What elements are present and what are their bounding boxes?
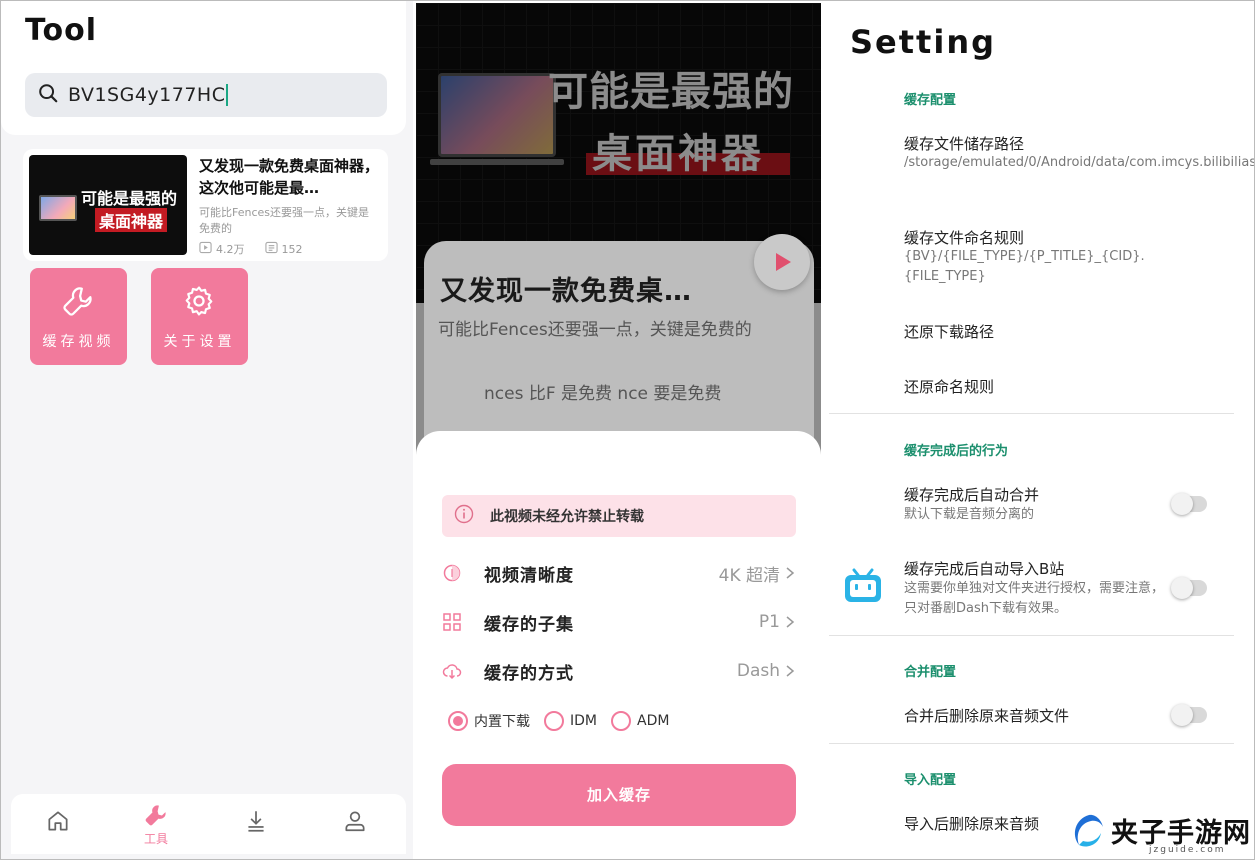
nav-tool[interactable]: 工具 xyxy=(136,802,176,847)
video-detail-screen: 可能是最强的 桌面神器 又发现一款免费桌… 可能比Fences还要强一点，关键是… xyxy=(416,3,821,859)
restore-path-item[interactable]: 还原下载路径 xyxy=(904,321,994,342)
ghost-text: nces 比F 是免费 nce 要是免费 xyxy=(484,384,722,404)
grid-icon xyxy=(443,613,461,631)
radio-idm[interactable] xyxy=(544,711,564,731)
restore-naming-item[interactable]: 还原命名规则 xyxy=(904,376,994,397)
section-header: 导入配置 xyxy=(904,773,957,788)
cache-video-tile[interactable]: 缓存视频 xyxy=(30,268,127,365)
watermark-url: jzguide.com xyxy=(1149,845,1226,855)
play-count: 4.2万 xyxy=(216,243,245,256)
auto-merge-toggle[interactable] xyxy=(1171,493,1207,515)
screenshot-root: Tool BV1SG4y177HC 可能是最强的 桌面神器 又发现一款免费桌面神… xyxy=(0,0,1255,860)
option-label: 视频清晰度 xyxy=(484,565,574,586)
nav-download[interactable] xyxy=(236,808,276,838)
option-value-wrap: 4K 超清 xyxy=(719,561,796,586)
nav-tool-label: 工具 xyxy=(143,832,168,846)
bilibili-tv-icon xyxy=(843,567,883,605)
setting-value: {BV}/{FILE_TYPE}/{P_TITLE}_{CID}.{FILE_T… xyxy=(904,249,1145,284)
tile-label: 缓存视频 xyxy=(42,334,115,350)
about-settings-tile[interactable]: 关于设置 xyxy=(151,268,248,365)
cloud-download-icon xyxy=(442,664,462,680)
nav-home[interactable] xyxy=(38,808,78,838)
comment-count: 152 xyxy=(281,242,303,256)
option-value-wrap: Dash xyxy=(737,661,796,681)
tool-screen: Tool BV1SG4y177HC 可能是最强的 桌面神器 又发现一款免费桌面神… xyxy=(1,1,413,859)
video-title: 又发现一款免费桌面神器，这次他可能是最… xyxy=(199,157,380,197)
download-mode-group: 内置下载 IDM ADM xyxy=(448,711,677,731)
search-value: BV1SG4y177HC xyxy=(68,84,226,106)
info-icon xyxy=(454,504,474,528)
radio-adm[interactable] xyxy=(611,711,631,731)
option-value: P1 xyxy=(758,612,780,632)
user-icon xyxy=(342,811,368,838)
setting-value: /storage/emulated/0/Android/data/com.imc… xyxy=(904,155,1255,170)
video-description: 可能比Fences还要强一点，关键是免费的 xyxy=(199,206,370,235)
copyright-notice: 此视频未经允许禁止转载 xyxy=(442,495,796,537)
play-button[interactable] xyxy=(754,234,810,290)
video-stats: 4.2万 152 xyxy=(199,241,303,257)
option-value: 4K 超清 xyxy=(718,565,780,586)
quality-icon xyxy=(443,564,461,582)
chevron-right-icon xyxy=(786,567,795,579)
radio-label: IDM xyxy=(570,713,597,729)
thumbnail-caption-1: 可能是最强的 xyxy=(81,189,178,208)
setting-title[interactable]: 缓存文件命名规则 xyxy=(904,227,1024,248)
divider xyxy=(829,413,1234,414)
section-header: 缓存配置 xyxy=(904,93,957,108)
chevron-right-icon xyxy=(786,665,795,677)
chevron-right-icon xyxy=(786,616,795,628)
option-label: 缓存的方式 xyxy=(484,663,574,684)
setting-value: 这需要你单独对文件夹进行授权，需要注意，只对番剧Dash下载有效果。 xyxy=(904,581,1165,616)
page-title: Setting xyxy=(850,23,996,61)
setting-title: 导入后删除原来音频 xyxy=(904,815,1040,833)
download-icon xyxy=(243,811,269,838)
quality-option[interactable]: 视频清晰度 4K 超清 xyxy=(442,558,796,588)
video-thumbnail: 可能是最强的 桌面神器 xyxy=(29,155,187,255)
setting-title: 缓存完成后自动导入B站 xyxy=(904,560,1065,578)
section-header: 缓存完成后的行为 xyxy=(904,444,1009,459)
play-count-icon xyxy=(199,241,212,257)
laptop-image xyxy=(39,195,77,221)
watermark: 夹子手游网 jzguide.com xyxy=(1061,805,1254,859)
home-icon xyxy=(45,811,71,838)
add-to-cache-button[interactable]: 加入缓存 xyxy=(442,764,796,826)
option-label: 缓存的子集 xyxy=(484,614,574,635)
notice-text: 此视频未经允许禁止转载 xyxy=(490,509,644,525)
divider xyxy=(829,743,1234,744)
method-option[interactable]: 缓存的方式 Dash xyxy=(442,656,796,686)
page-title: Tool xyxy=(25,13,97,48)
auto-import-toggle[interactable] xyxy=(1171,577,1207,599)
merge-delete-toggle[interactable] xyxy=(1171,704,1207,726)
video-description: 可能比Fences还要强一点，关键是免费的 xyxy=(438,320,752,340)
search-icon xyxy=(37,82,59,108)
search-input[interactable]: BV1SG4y177HC xyxy=(25,73,387,117)
setting-title: 缓存完成后自动合并 xyxy=(904,486,1040,504)
radio-label: ADM xyxy=(637,713,670,729)
radio-builtin[interactable] xyxy=(448,711,468,731)
divider xyxy=(829,635,1234,636)
tool-header: Tool BV1SG4y177HC xyxy=(1,1,406,135)
comment-icon xyxy=(264,241,278,257)
subset-option[interactable]: 缓存的子集 P1 xyxy=(442,607,796,637)
text-caret xyxy=(226,84,229,106)
setting-screen: Setting 缓存配置 缓存文件储存路径 /storage/emulated/… xyxy=(829,3,1255,859)
option-value-wrap: P1 xyxy=(759,612,796,632)
thumbnail-caption-2: 桌面神器 xyxy=(95,208,168,232)
video-card[interactable]: 可能是最强的 桌面神器 又发现一款免费桌面神器，这次他可能是最… 可能比Fenc… xyxy=(23,149,388,261)
option-value: Dash xyxy=(736,661,780,681)
setting-title[interactable]: 缓存文件储存路径 xyxy=(904,133,1024,154)
nav-user[interactable] xyxy=(335,808,375,838)
tile-label: 关于设置 xyxy=(163,334,236,350)
radio-label: 内置下载 xyxy=(474,714,530,730)
bottom-nav: 工具 xyxy=(11,794,406,854)
setting-title: 合并后删除原来音频文件 xyxy=(904,707,1070,725)
download-sheet: 此视频未经允许禁止转载 视频清晰度 4K 超清 缓存的子集 P1 缓存的方式 D… xyxy=(416,431,821,859)
setting-value: 默认下载是音频分离的 xyxy=(904,507,1035,522)
video-title: 又发现一款免费桌… xyxy=(440,276,692,307)
section-header: 合并配置 xyxy=(904,665,957,680)
